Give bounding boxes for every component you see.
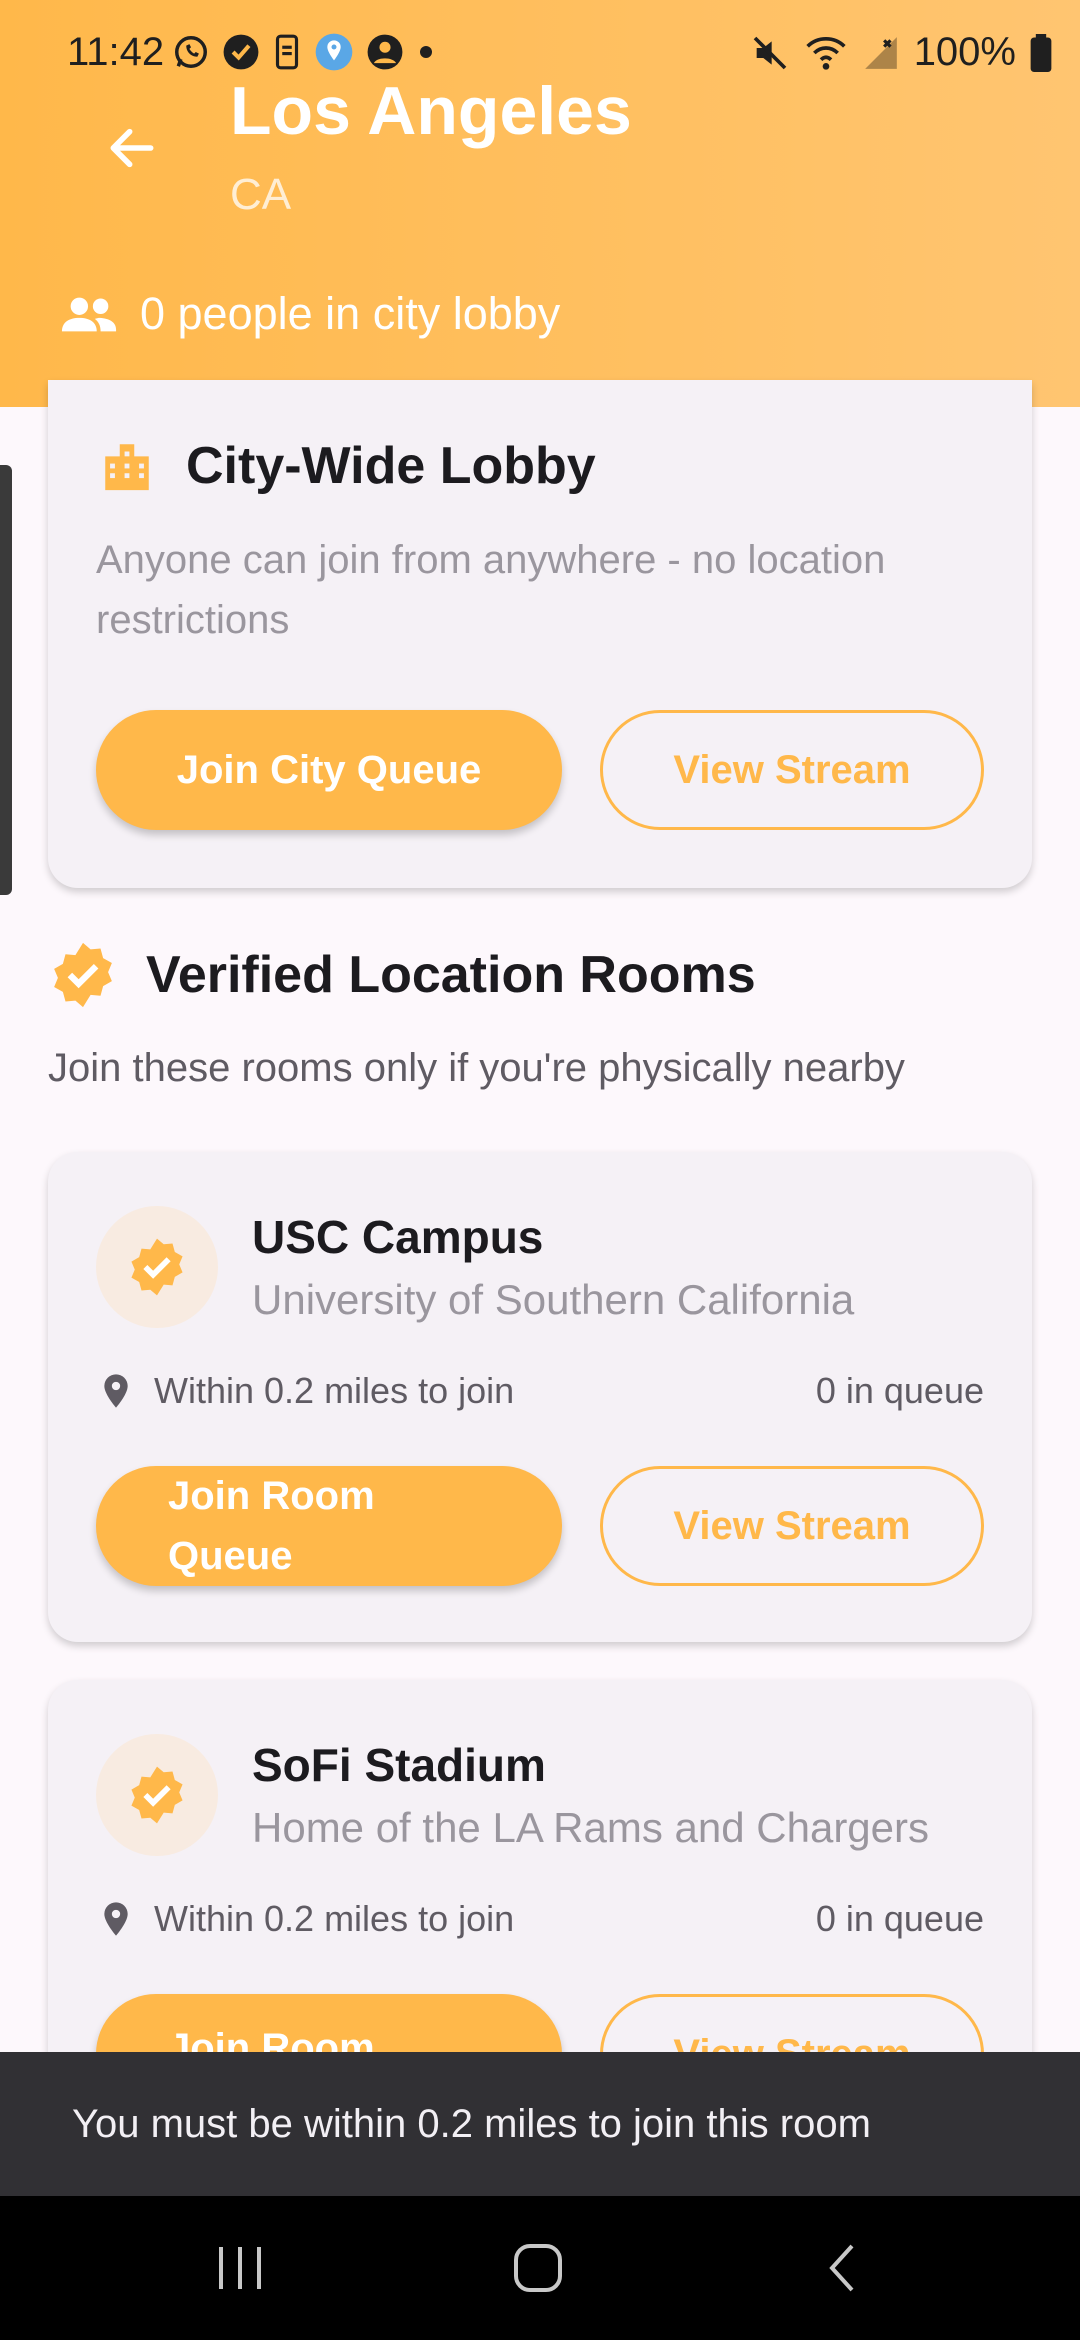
chevron-left-icon (829, 2244, 854, 2292)
room-queue-count: 0 in queue (815, 1898, 984, 1939)
check-badge-icon (223, 34, 259, 70)
maps-icon (315, 33, 353, 71)
room-meta: Within 0.2 miles to join 0 in queue (96, 1898, 1032, 1940)
verified-badge-icon (131, 1766, 183, 1824)
view-city-stream-button[interactable]: View Stream (600, 710, 984, 830)
room-description: University of Southern California (252, 1276, 855, 1323)
status-right: 100% (750, 30, 1052, 75)
city-lobby-header: City-Wide Lobby (98, 436, 596, 496)
snackbar: You must be within 0.2 miles to join thi… (0, 2052, 1080, 2196)
verified-badge-icon (54, 942, 112, 1008)
city-lobby-title: City-Wide Lobby (186, 437, 596, 495)
lobby-count: 0 people in city lobby (60, 288, 560, 340)
room-meta: Within 0.2 miles to join 0 in queue (96, 1370, 1032, 1412)
system-back-button[interactable] (810, 2236, 874, 2300)
dot-icon (420, 46, 432, 58)
app-header: 11:42 100% Los Angeles CA 0 people in ci… (0, 0, 1080, 407)
join-room-queue-label: Join Room Queue (168, 1474, 375, 1578)
room-avatar (96, 1734, 218, 1856)
account-icon (367, 34, 403, 70)
system-nav-bar (0, 2196, 1080, 2340)
signal-icon (864, 36, 897, 69)
mute-icon (753, 36, 786, 69)
room-name: USC Campus (252, 1211, 544, 1263)
battery-icon (1030, 33, 1052, 72)
room-description: Home of the LA Rams and Chargers (252, 1804, 930, 1851)
city-lobby-card: City-Wide Lobby Anyone can join from any… (48, 380, 1032, 888)
join-room-queue-button[interactable]: Join Room Queue (96, 1466, 562, 1586)
room-avatar (96, 1206, 218, 1328)
recents-icon (219, 2247, 261, 2289)
verified-section-subtitle: Join these rooms only if you're physical… (48, 1046, 905, 1090)
group-icon (61, 297, 117, 332)
snackbar-message: You must be within 0.2 miles to join thi… (72, 2101, 871, 2146)
map-pin-icon (104, 1902, 128, 1936)
scroll-indicator (0, 465, 12, 895)
recents-button[interactable] (208, 2236, 272, 2300)
view-room-stream-button[interactable]: View Stream (600, 1466, 984, 1586)
home-button[interactable] (506, 2236, 570, 2300)
status-time: 11:42 (67, 30, 165, 74)
city-lobby-description: Anyone can join from anywhere - no locat… (96, 538, 886, 642)
arrow-left-icon (110, 128, 154, 168)
whatsapp-icon (175, 36, 207, 68)
map-pin-icon (104, 1374, 128, 1408)
room-distance: Within 0.2 miles to join (154, 1898, 515, 1939)
room-distance: Within 0.2 miles to join (154, 1370, 515, 1411)
home-icon (514, 2244, 562, 2292)
building-icon (105, 444, 149, 491)
phone-icon (275, 34, 299, 70)
notification-icons (172, 32, 436, 72)
verified-section-header: Verified Location Rooms (48, 940, 756, 1010)
page-title: Los Angeles (230, 73, 632, 149)
room-name: SoFi Stadium (252, 1739, 546, 1791)
page-subtitle: CA (230, 170, 292, 219)
verified-badge-icon (131, 1238, 183, 1296)
verified-section-title: Verified Location Rooms (146, 946, 756, 1004)
back-button[interactable] (96, 112, 168, 184)
lobby-count-text: 0 people in city lobby (140, 288, 561, 339)
room-queue-count: 0 in queue (815, 1370, 984, 1411)
join-city-queue-button[interactable]: Join City Queue (96, 710, 562, 830)
room-card: USC Campus University of Southern Califo… (48, 1152, 1032, 1642)
battery-text: 100% (913, 30, 1016, 74)
wifi-icon (806, 36, 846, 70)
